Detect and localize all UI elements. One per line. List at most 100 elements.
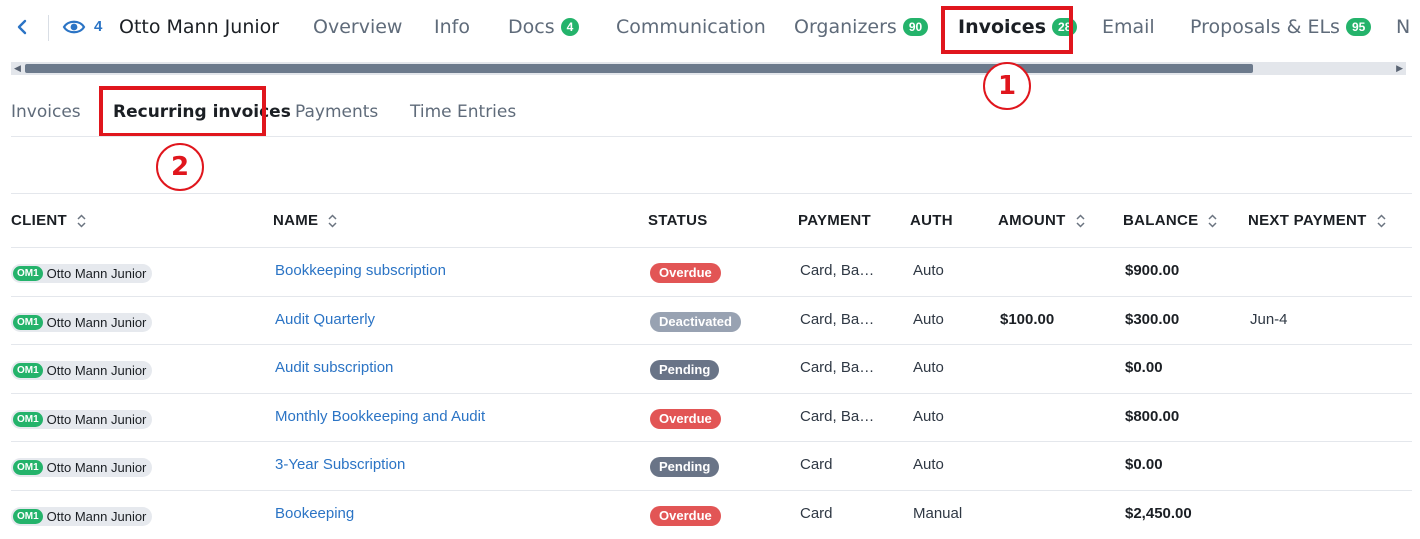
subtab-invoices[interactable]: Invoices	[11, 102, 81, 122]
invoice-name-link[interactable]: Audit Quarterly	[275, 311, 375, 328]
col-auth-header: AUTH	[910, 212, 953, 229]
next-payment-value: Jun-4	[1250, 311, 1288, 328]
tab-proposals[interactable]: Proposals & ELs 95	[1190, 16, 1372, 38]
tab-docs[interactable]: Docs 4	[508, 16, 580, 38]
payment-method: Card	[800, 505, 833, 522]
table-row[interactable]: OM1 Otto Mann Junior Monthly Bookkeeping a…	[11, 393, 1412, 442]
payment-method: Card, Ba…	[800, 359, 875, 376]
count-badge: 90	[902, 18, 929, 36]
status-badge: Pending	[650, 360, 720, 380]
invoice-name-link[interactable]: Bookeeping	[275, 505, 354, 522]
tab-label: N	[1396, 16, 1411, 38]
client-initials-badge: OM1	[13, 363, 43, 378]
tab-label: Email	[1102, 16, 1155, 38]
sort-icon	[328, 213, 337, 228]
client-chip[interactable]: OM1 Otto Mann Junior	[11, 458, 153, 477]
subtab-payments[interactable]: Payments	[295, 102, 378, 122]
client-chip-name: Otto Mann Junior	[46, 509, 147, 524]
tab-more[interactable]: N	[1396, 16, 1410, 38]
tab-label: Info	[434, 16, 470, 38]
table-row[interactable]: OM1 Otto Mann Junior Bookkeeping subscript…	[11, 247, 1412, 296]
auth-mode: Manual	[913, 505, 963, 522]
auth-mode: Auto	[913, 262, 944, 279]
client-initials-badge: OM1	[13, 460, 43, 475]
table-row[interactable]: OM1 Otto Mann Junior Audit subscription Pen…	[11, 344, 1412, 393]
auth-mode: Auto	[913, 359, 944, 376]
scrollbar-thumb[interactable]	[25, 64, 1253, 73]
table-row[interactable]: OM1 Otto Mann Junior 3-Year Subscription Pe…	[11, 441, 1412, 490]
tab-info[interactable]: Info	[434, 16, 470, 38]
client-initials-badge: OM1	[13, 509, 43, 524]
back-button[interactable]	[12, 16, 32, 38]
scroll-right-icon[interactable]: ▶	[1396, 62, 1403, 75]
header-label: NEXT PAYMENT	[1248, 212, 1367, 229]
tab-label: Organizers	[794, 16, 897, 38]
header-label: BALANCE	[1123, 212, 1199, 229]
tab-label: Communication	[616, 16, 766, 38]
balance-value: $300.00	[1125, 311, 1180, 328]
sort-icon	[77, 213, 86, 228]
balance-value: $800.00	[1125, 408, 1180, 425]
highlight-invoices-tab	[941, 6, 1073, 54]
header-label: STATUS	[648, 212, 708, 229]
col-name-header[interactable]: NAME	[273, 212, 337, 229]
col-next-payment-header[interactable]: NEXT PAYMENT	[1248, 212, 1386, 229]
client-chip[interactable]: OM1 Otto Mann Junior	[11, 264, 153, 283]
sort-icon	[1208, 213, 1217, 228]
client-chip-name: Otto Mann Junior	[46, 266, 147, 281]
col-balance-header[interactable]: BALANCE	[1123, 212, 1217, 229]
balance-value: $0.00	[1125, 456, 1163, 473]
tab-overview[interactable]: Overview	[313, 16, 402, 38]
header-label: PAYMENT	[798, 212, 871, 229]
tab-label: Proposals & ELs	[1190, 16, 1340, 38]
invoice-name-link[interactable]: Audit subscription	[275, 359, 393, 376]
status-badge: Deactivated	[650, 312, 741, 332]
tabs-scrollbar[interactable]: ◀ ▶	[11, 62, 1406, 75]
col-status-header: STATUS	[648, 212, 708, 229]
divider	[11, 136, 1412, 137]
divider	[11, 193, 1412, 194]
tab-communication[interactable]: Communication	[616, 16, 766, 38]
col-client-header[interactable]: CLIENT	[11, 212, 86, 229]
client-chip-name: Otto Mann Junior	[46, 363, 147, 378]
scroll-left-icon[interactable]: ◀	[14, 62, 21, 75]
invoice-name-link[interactable]: Bookkeeping subscription	[275, 262, 446, 279]
chevron-left-icon	[17, 19, 27, 35]
client-chip[interactable]: OM1 Otto Mann Junior	[11, 507, 153, 526]
count-badge: 4	[560, 18, 580, 36]
payment-method: Card, Ba…	[800, 262, 875, 279]
table-row[interactable]: OM1 Otto Mann Junior Bookeeping Overdue Card…	[11, 490, 1412, 539]
client-initials-badge: OM1	[13, 266, 43, 281]
divider	[48, 15, 49, 41]
count-badge: 95	[1345, 18, 1372, 36]
tab-label: Overview	[313, 16, 403, 38]
client-chip-name: Otto Mann Junior	[46, 412, 147, 427]
balance-value: $900.00	[1125, 262, 1180, 279]
tab-organizers[interactable]: Organizers 90	[794, 16, 929, 38]
client-chip[interactable]: OM1 Otto Mann Junior	[11, 313, 153, 332]
balance-value: $2,450.00	[1125, 505, 1192, 522]
col-payment-header: PAYMENT	[798, 212, 871, 229]
client-chip-name: Otto Mann Junior	[46, 460, 147, 475]
client-chip[interactable]: OM1 Otto Mann Junior	[11, 410, 153, 429]
tab-label: Docs	[508, 16, 555, 38]
invoice-name-link[interactable]: Monthly Bookkeeping and Audit	[275, 408, 485, 425]
invoice-name-link[interactable]: 3-Year Subscription	[275, 456, 405, 473]
auth-mode: Auto	[913, 408, 944, 425]
payment-method: Card, Ba…	[800, 311, 875, 328]
callout-2: 2	[156, 143, 204, 191]
tab-email[interactable]: Email	[1102, 16, 1155, 38]
auth-mode: Auto	[913, 456, 944, 473]
highlight-recurring-tab	[99, 86, 266, 137]
balance-value: $0.00	[1125, 359, 1163, 376]
status-badge: Overdue	[650, 409, 721, 429]
subtab-time-entries[interactable]: Time Entries	[410, 102, 516, 122]
client-chip[interactable]: OM1 Otto Mann Junior	[11, 361, 153, 380]
watch-button[interactable]	[62, 17, 86, 37]
table-row[interactable]: OM1 Otto Mann Junior Audit Quarterly Deacti…	[11, 296, 1412, 345]
header-label: AUTH	[910, 212, 953, 229]
col-amount-header[interactable]: AMOUNT	[998, 212, 1085, 229]
sort-icon	[1377, 213, 1386, 228]
client-initials-badge: OM1	[13, 412, 43, 427]
amount-value: $100.00	[1000, 311, 1055, 328]
